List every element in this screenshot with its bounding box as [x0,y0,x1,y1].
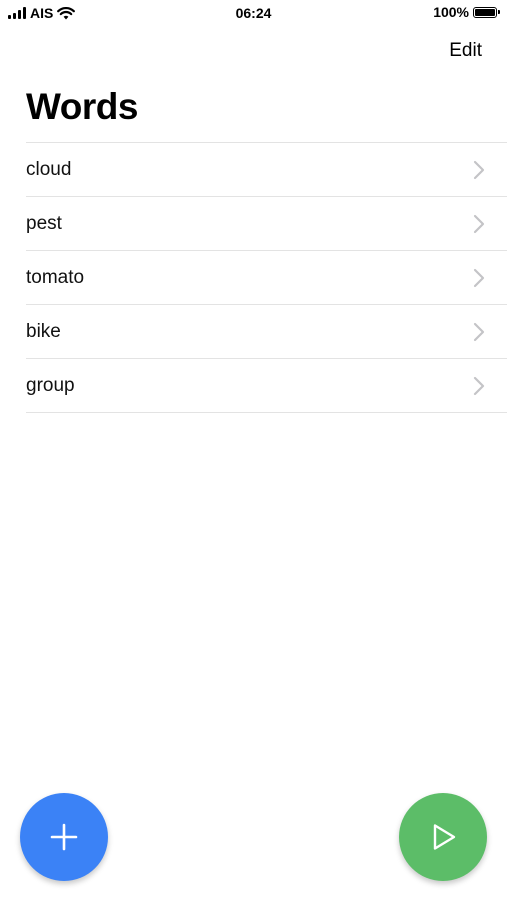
word-row-pest[interactable]: pest [26,197,507,251]
word-row-tomato[interactable]: tomato [26,251,507,305]
status-bar: AIS 06:24 100% [0,0,507,26]
word-list: cloud pest tomato bike group [26,142,507,413]
chevron-right-icon [473,322,485,341]
word-label: cloud [26,158,72,180]
play-icon [433,824,456,850]
word-row-bike[interactable]: bike [26,305,507,359]
word-row-cloud[interactable]: cloud [26,143,507,197]
word-label: group [26,374,75,396]
status-time: 06:24 [235,5,272,21]
page-title: Words [26,86,138,127]
add-word-button[interactable] [20,793,108,881]
plus-icon [50,823,78,851]
word-label: pest [26,212,62,234]
status-right: 100% [433,4,500,20]
chevron-right-icon [473,160,485,179]
chevron-right-icon [473,268,485,287]
battery-icon [473,6,500,18]
chevron-right-icon [473,376,485,395]
edit-button[interactable]: Edit [449,40,482,62]
battery-fill [475,8,495,16]
word-row-group[interactable]: group [26,359,507,413]
chevron-right-icon [473,214,485,233]
battery-percent: 100% [433,4,469,20]
play-button[interactable] [399,793,487,881]
word-label: tomato [26,266,85,288]
word-label: bike [26,320,61,342]
